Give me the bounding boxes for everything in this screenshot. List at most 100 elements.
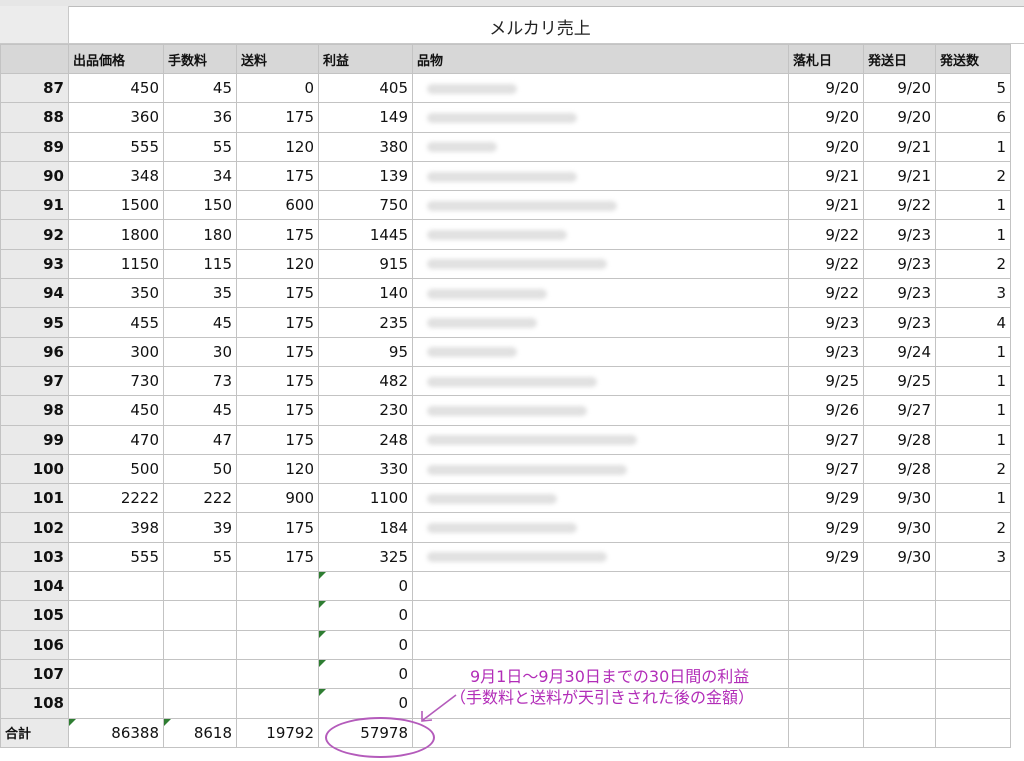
cell-profit[interactable]: 1100 [318, 483, 413, 514]
cell-ship-count[interactable]: 2 [935, 248, 1011, 280]
header-price[interactable]: 出品価格 [68, 44, 164, 74]
cell-profit[interactable]: 0 [318, 688, 413, 719]
cell-profit[interactable]: 0 [318, 658, 413, 690]
cell-ship-count[interactable]: 1 [935, 395, 1011, 426]
cell-ship-date[interactable]: 9/25 [863, 365, 936, 397]
cell-item[interactable] [412, 424, 789, 455]
cell-price[interactable] [68, 629, 164, 660]
cell-item[interactable] [412, 160, 789, 192]
header-profit[interactable]: 利益 [318, 44, 413, 74]
cell-fee[interactable] [163, 688, 237, 719]
cell-fee[interactable] [163, 629, 237, 660]
cell-shipping[interactable]: 175 [236, 512, 319, 543]
cell-sold-date[interactable] [788, 629, 864, 660]
header-ship-count[interactable]: 発送数 [935, 44, 1011, 74]
cell-shipping[interactable] [236, 629, 319, 660]
cell-ship-count[interactable]: 1 [935, 219, 1011, 250]
header-fee[interactable]: 手数料 [163, 44, 237, 74]
cell-price[interactable]: 500 [68, 453, 164, 485]
cell-profit[interactable]: 149 [318, 102, 413, 133]
cell-sold-date[interactable]: 9/27 [788, 453, 864, 485]
cell-sold-date[interactable] [788, 600, 864, 631]
cell-ship-date[interactable]: 9/21 [863, 160, 936, 192]
cell-shipping[interactable] [236, 658, 319, 690]
cell-item[interactable] [412, 219, 789, 250]
cell-price[interactable] [68, 571, 164, 602]
cell-item[interactable] [412, 600, 789, 631]
cell-price[interactable]: 455 [68, 307, 164, 338]
cell-item[interactable] [412, 395, 789, 426]
cell-ship-count[interactable]: 5 [935, 72, 1011, 104]
cell-ship-date[interactable]: 9/23 [863, 307, 936, 338]
total-sent-cell[interactable] [863, 717, 936, 748]
cell-profit[interactable]: 380 [318, 131, 413, 162]
cell-ship-date[interactable]: 9/21 [863, 131, 936, 162]
cell-ship-count[interactable] [935, 571, 1011, 602]
cell-shipping[interactable]: 175 [236, 365, 319, 397]
cell-item[interactable] [412, 365, 789, 397]
cell-ship-count[interactable]: 2 [935, 160, 1011, 192]
cell-ship-date[interactable] [863, 658, 936, 690]
cell-sold-date[interactable]: 9/21 [788, 190, 864, 221]
cell-ship-count[interactable]: 1 [935, 336, 1011, 367]
cell-ship-count[interactable]: 6 [935, 102, 1011, 133]
cell-shipping[interactable] [236, 688, 319, 719]
cell-ship-date[interactable]: 9/28 [863, 424, 936, 455]
cell-sold-date[interactable]: 9/23 [788, 307, 864, 338]
total-shipping[interactable]: 19792 [236, 717, 319, 748]
cell-profit[interactable]: 405 [318, 72, 413, 104]
cell-ship-count[interactable]: 2 [935, 453, 1011, 485]
cell-ship-date[interactable]: 9/22 [863, 190, 936, 221]
cell-item[interactable] [412, 336, 789, 367]
cell-shipping[interactable]: 175 [236, 102, 319, 133]
cell-fee[interactable]: 50 [163, 453, 237, 485]
header-item[interactable]: 品物 [412, 44, 789, 74]
cell-price[interactable]: 555 [68, 131, 164, 162]
cell-price[interactable]: 1500 [68, 190, 164, 221]
cell-fee[interactable]: 45 [163, 72, 237, 104]
cell-fee[interactable]: 45 [163, 395, 237, 426]
cell-profit[interactable]: 0 [318, 600, 413, 631]
cell-ship-count[interactable]: 1 [935, 424, 1011, 455]
cell-price[interactable]: 730 [68, 365, 164, 397]
cell-profit[interactable]: 230 [318, 395, 413, 426]
cell-ship-date[interactable]: 9/23 [863, 278, 936, 309]
cell-shipping[interactable]: 175 [236, 219, 319, 250]
header-sold-date[interactable]: 落札日 [788, 44, 864, 74]
cell-fee[interactable]: 73 [163, 365, 237, 397]
cell-profit[interactable]: 915 [318, 248, 413, 280]
cell-shipping[interactable]: 175 [236, 278, 319, 309]
total-fee[interactable]: 8618 [163, 717, 237, 748]
cell-sold-date[interactable]: 9/29 [788, 541, 864, 573]
cell-shipping[interactable]: 175 [236, 424, 319, 455]
cell-price[interactable]: 450 [68, 72, 164, 104]
cell-ship-count[interactable]: 4 [935, 307, 1011, 338]
cell-fee[interactable]: 36 [163, 102, 237, 133]
cell-fee[interactable]: 222 [163, 483, 237, 514]
cell-price[interactable]: 470 [68, 424, 164, 455]
cell-ship-count[interactable]: 2 [935, 512, 1011, 543]
cell-ship-date[interactable]: 9/24 [863, 336, 936, 367]
cell-fee[interactable]: 150 [163, 190, 237, 221]
cell-sold-date[interactable]: 9/22 [788, 278, 864, 309]
cell-profit[interactable]: 184 [318, 512, 413, 543]
cell-sold-date[interactable]: 9/23 [788, 336, 864, 367]
cell-price[interactable]: 1800 [68, 219, 164, 250]
cell-item[interactable] [412, 453, 789, 485]
cell-ship-date[interactable] [863, 571, 936, 602]
cell-fee[interactable]: 55 [163, 541, 237, 573]
cell-shipping[interactable]: 175 [236, 307, 319, 338]
cell-sold-date[interactable]: 9/20 [788, 102, 864, 133]
cell-profit[interactable]: 95 [318, 336, 413, 367]
cell-profit[interactable]: 1445 [318, 219, 413, 250]
cell-ship-date[interactable] [863, 600, 936, 631]
cell-profit[interactable]: 325 [318, 541, 413, 573]
cell-sold-date[interactable]: 9/22 [788, 219, 864, 250]
cell-item[interactable] [412, 571, 789, 602]
cell-ship-date[interactable]: 9/20 [863, 102, 936, 133]
cell-sold-date[interactable] [788, 571, 864, 602]
cell-ship-count[interactable]: 3 [935, 541, 1011, 573]
cell-shipping[interactable] [236, 571, 319, 602]
total-sold-cell[interactable] [788, 717, 864, 748]
cell-ship-count[interactable]: 1 [935, 131, 1011, 162]
